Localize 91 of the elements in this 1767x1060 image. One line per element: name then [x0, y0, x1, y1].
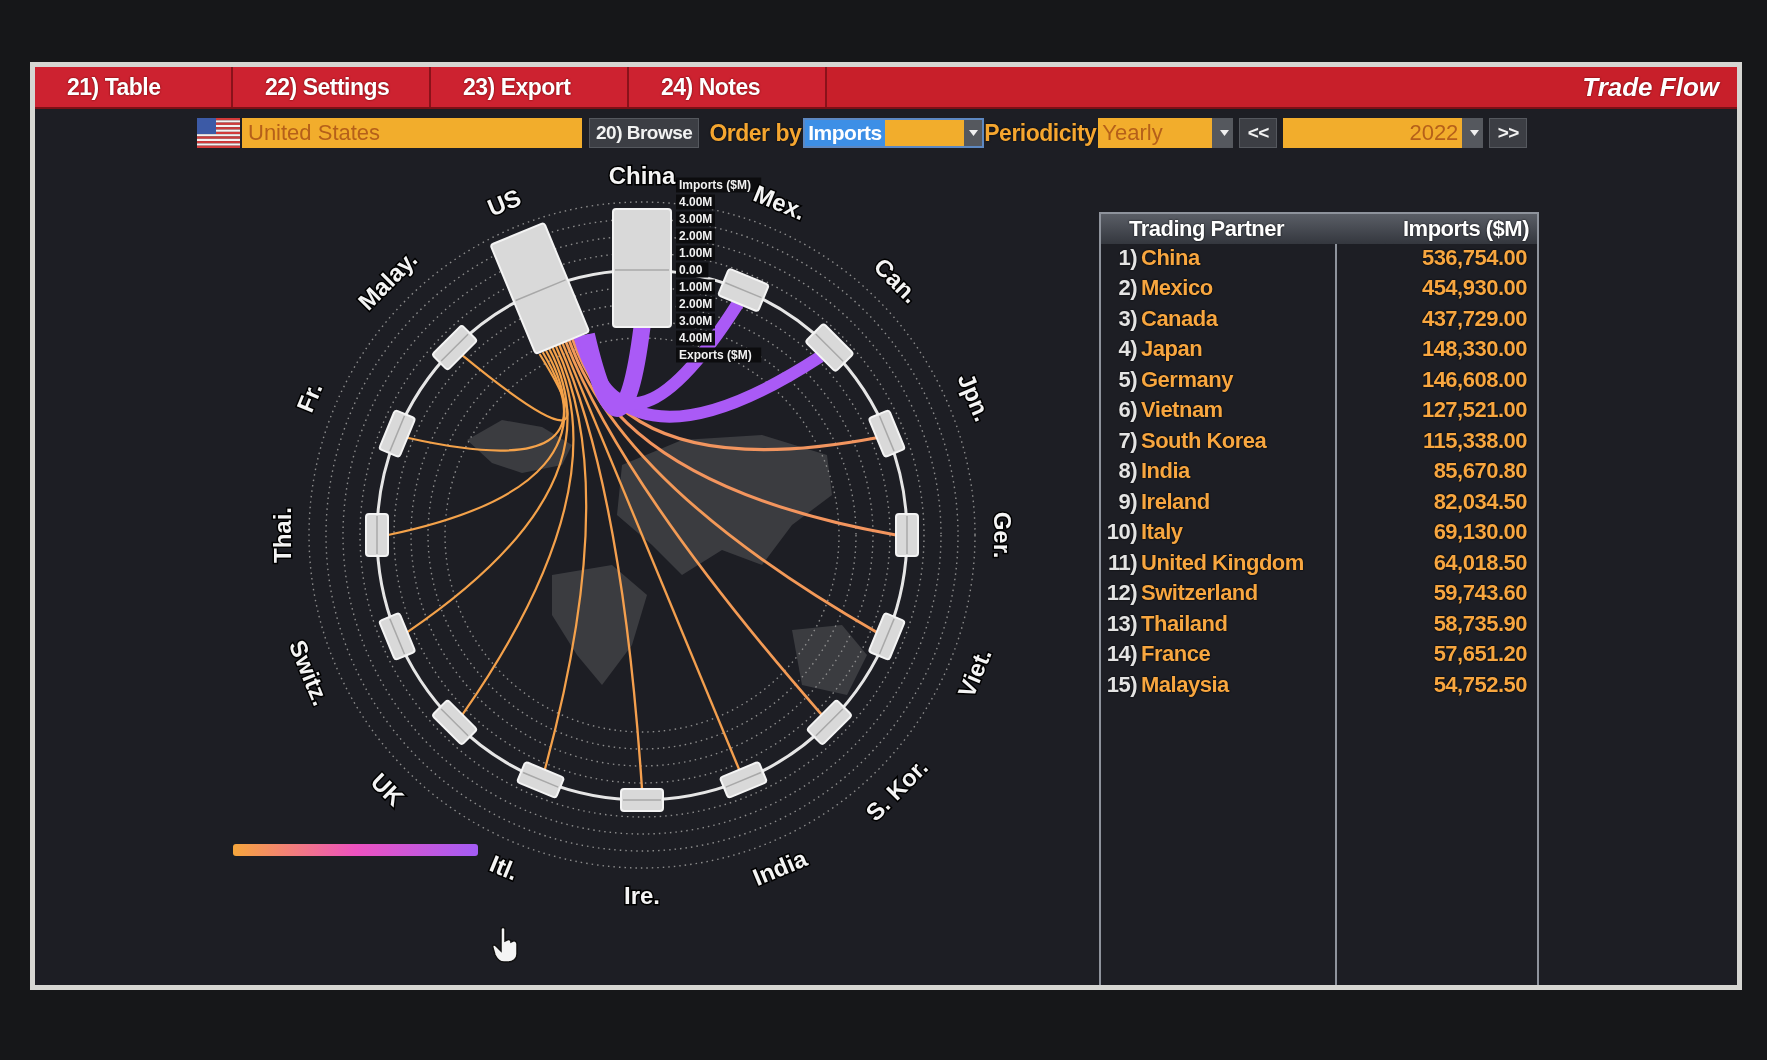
menu-tab[interactable]: 21) Table — [35, 67, 233, 107]
scale-label: 3.00M — [676, 211, 715, 227]
imports-value: 536,754.00 — [1421, 244, 1527, 271]
country-label: China — [608, 161, 676, 189]
caret-icon — [1469, 130, 1479, 136]
imports-value: 437,729.00 — [1421, 305, 1527, 332]
imports-value: 127,521.00 — [1421, 397, 1527, 424]
partner-name: Mexico — [1141, 275, 1213, 302]
partner-name: Malaysia — [1141, 671, 1229, 698]
country-label: Switz. — [283, 636, 335, 710]
partner-name: Ireland — [1141, 488, 1210, 515]
menu-tab[interactable]: 22) Settings — [233, 67, 431, 107]
column-header: Trading Partner — [1129, 216, 1285, 242]
rank-label: 2) — [1117, 275, 1137, 302]
country-label: UK — [365, 767, 410, 812]
node-bar — [717, 267, 770, 313]
partner-name: Switzerland — [1141, 580, 1258, 607]
periodicity-label: Periodicity — [984, 119, 1097, 147]
flag-icon — [197, 118, 240, 148]
order-by-dropdown[interactable]: Imports — [803, 118, 985, 148]
scale-label: 4.00M — [676, 330, 715, 346]
imports-value: 57,651.20 — [1433, 641, 1527, 668]
country-label: Itl. — [486, 849, 523, 886]
country-label: Ire. — [624, 881, 660, 909]
partner-name: Germany — [1141, 366, 1233, 393]
order-by-label: Order by — [709, 119, 802, 147]
scale-label: 1.00M — [676, 279, 715, 295]
scale-label: 2.00M — [676, 296, 715, 312]
rank-label: 14) — [1105, 641, 1137, 668]
imports-value: 148,330.00 — [1421, 336, 1527, 363]
imports-value: 82,034.50 — [1433, 488, 1527, 515]
rank-label: 15) — [1105, 671, 1137, 698]
partner-name: France — [1141, 641, 1211, 668]
rank-label: 7) — [1117, 427, 1137, 454]
node-bar — [377, 611, 417, 661]
scale-label: 2.00M — [676, 228, 715, 244]
rank-label: 11) — [1106, 549, 1137, 576]
country-label: US — [483, 183, 525, 222]
menu-tab[interactable]: 23) Export — [431, 67, 629, 107]
node-bar — [365, 513, 389, 557]
browse-button[interactable]: 20) Browse — [589, 118, 700, 148]
partner-name: Japan — [1141, 336, 1203, 363]
hand-cursor-icon — [492, 926, 518, 963]
scale-label: Exports ($M) — [676, 347, 762, 363]
partner-name: Canada — [1141, 305, 1218, 332]
imports-value: 85,670.80 — [1433, 458, 1527, 485]
menu-tab[interactable]: 24) Notes — [629, 67, 827, 107]
rank-label: 12) — [1105, 580, 1137, 607]
imports-value: 59,743.60 — [1433, 580, 1527, 607]
partner-name: China — [1141, 244, 1200, 271]
scale-label: 3.00M — [676, 313, 715, 329]
imports-value: 115,338.00 — [1423, 427, 1527, 454]
imports-value: 54,752.50 — [1433, 671, 1527, 698]
partner-name: Thailand — [1141, 610, 1228, 637]
rank-label: 8) — [1117, 458, 1137, 485]
column-header: Imports ($M) — [1403, 216, 1529, 242]
rank-label: 9) — [1117, 488, 1137, 515]
imports-value: 64,018.50 — [1433, 549, 1527, 576]
caret-icon — [1219, 130, 1229, 136]
caret-icon — [968, 130, 978, 136]
country-label: Fr. — [291, 378, 328, 416]
country-label: Viet. — [952, 644, 997, 702]
partner-name: Italy — [1141, 519, 1183, 546]
rank-label: 3) — [1117, 305, 1137, 332]
partner-name: South Korea — [1141, 427, 1267, 454]
rank-label: 4) — [1117, 336, 1137, 363]
scale-label: 4.00M — [676, 194, 715, 210]
rank-label: 6) — [1117, 397, 1137, 424]
country-label: India — [748, 844, 811, 891]
partner-name: Vietnam — [1141, 397, 1223, 424]
scale-label: 1.00M — [676, 245, 715, 261]
imports-value: 69,130.00 — [1433, 519, 1527, 546]
window-title: Trade Flow — [1582, 71, 1721, 103]
rank-label: 10) — [1105, 519, 1137, 546]
imports-value: 58,735.90 — [1433, 610, 1527, 637]
partner-name: India — [1141, 458, 1190, 485]
country-label: Thai. — [268, 507, 296, 563]
rank-label: 13) — [1105, 610, 1137, 637]
imports-value: 146,608.00 — [1421, 366, 1527, 393]
imports-value: 454,930.00 — [1421, 275, 1527, 302]
next-button[interactable]: >> — [1489, 118, 1528, 148]
scale-label: 0.00 — [676, 262, 709, 278]
node-bar — [620, 788, 664, 812]
country-label: Jpn. — [952, 369, 997, 426]
previous-button[interactable]: << — [1239, 118, 1278, 148]
rank-label: 5) — [1117, 366, 1137, 393]
partner-name: United Kingdom — [1141, 549, 1304, 576]
rank-label: 1) — [1117, 244, 1137, 271]
node-bar — [895, 513, 919, 557]
country-label: S. Kor. — [860, 753, 933, 826]
country-label: Ger. — [988, 511, 1016, 559]
